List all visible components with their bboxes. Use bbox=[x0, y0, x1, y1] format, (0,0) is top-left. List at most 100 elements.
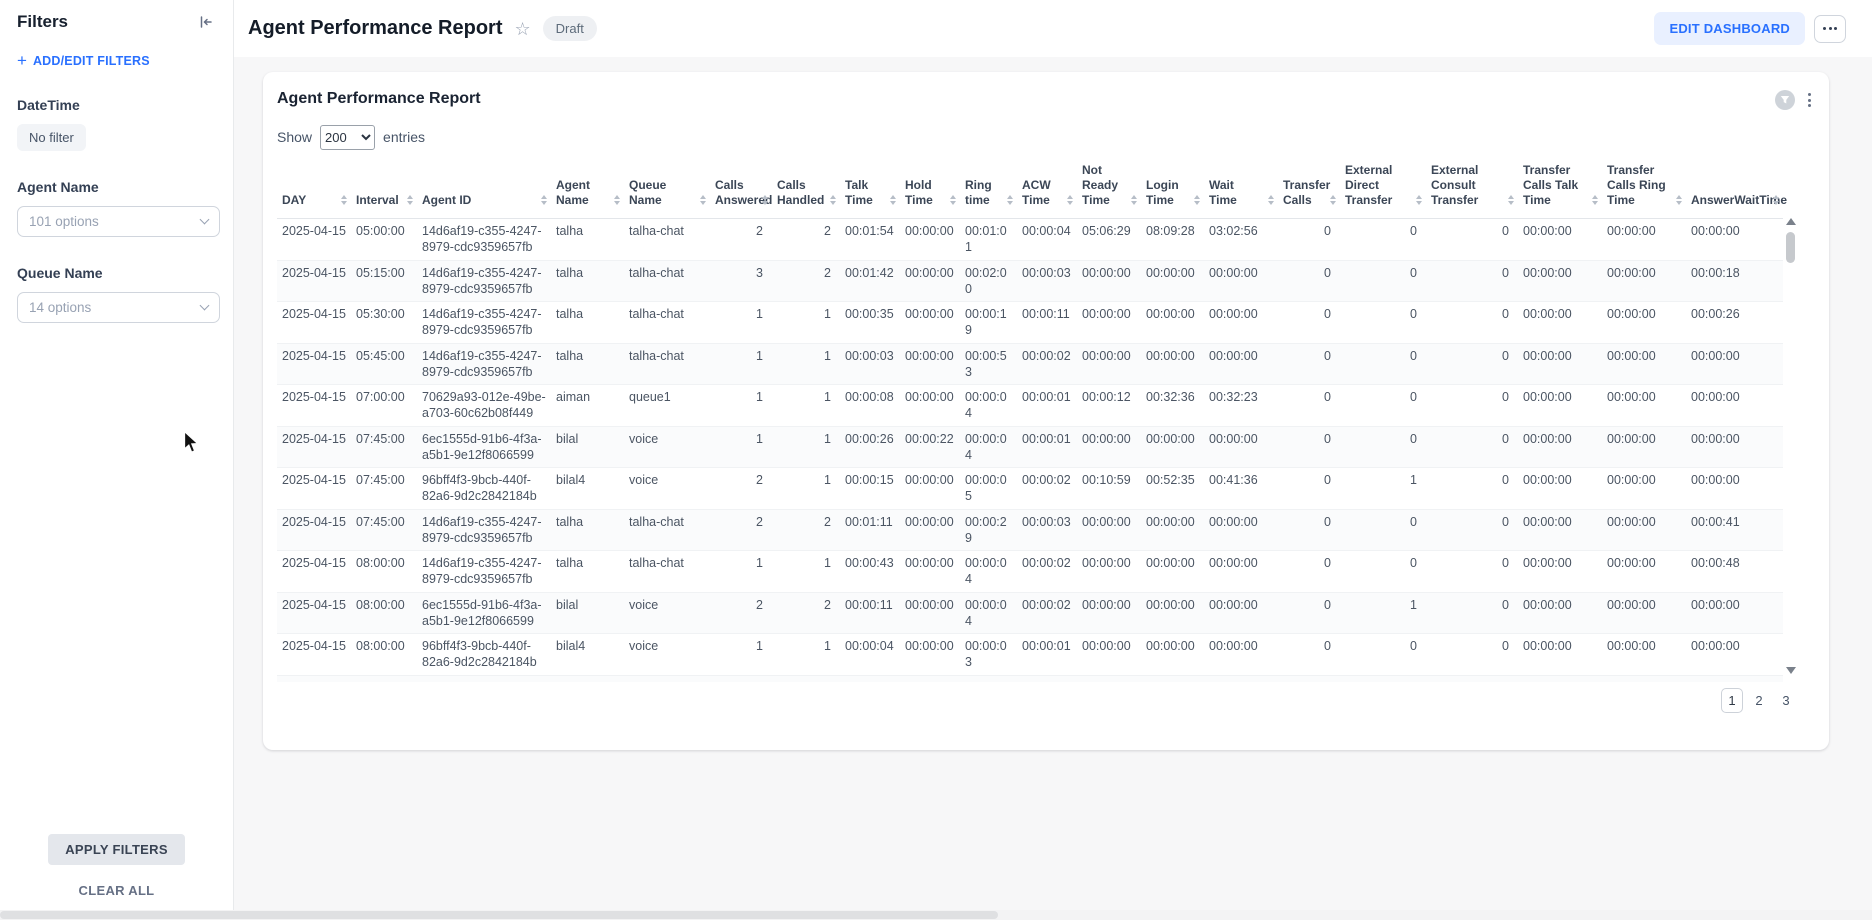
sort-icon[interactable] bbox=[1131, 195, 1137, 205]
table-row[interactable]: 2025-04-1505:45:0014d6af19-c355-4247-897… bbox=[277, 343, 1783, 385]
sort-icon[interactable] bbox=[614, 195, 620, 205]
column-header-not-ready-time[interactable]: Not Ready Time bbox=[1077, 159, 1141, 219]
table-row[interactable]: 2025-04-1507:45:0014d6af19-c355-4247-897… bbox=[277, 509, 1783, 551]
column-header-queue-name[interactable]: Queue Name bbox=[624, 159, 710, 219]
table-vertical-scrollbar[interactable] bbox=[1784, 218, 1797, 674]
cell: 05:30:00 bbox=[351, 302, 417, 344]
more-options-button[interactable] bbox=[1814, 15, 1846, 43]
clear-all-button[interactable]: CLEAR ALL bbox=[0, 883, 233, 898]
column-header-acw-time[interactable]: ACW Time bbox=[1017, 159, 1077, 219]
sort-icon[interactable] bbox=[1007, 195, 1013, 205]
cell: 0 bbox=[1340, 302, 1426, 344]
star-icon[interactable]: ☆ bbox=[515, 20, 531, 38]
column-header-agent-id[interactable]: Agent ID bbox=[417, 159, 551, 219]
column-header-transfer-calls[interactable]: Transfer Calls bbox=[1278, 159, 1340, 219]
cell: talha bbox=[551, 551, 624, 593]
page-button-3[interactable]: 3 bbox=[1775, 688, 1797, 713]
column-header-wait-time[interactable]: Wait Time bbox=[1204, 159, 1278, 219]
sort-icon[interactable] bbox=[762, 195, 768, 205]
filter-icon[interactable] bbox=[1775, 90, 1795, 110]
sort-icon[interactable] bbox=[541, 195, 547, 205]
column-header-hold-time[interactable]: Hold Time bbox=[900, 159, 960, 219]
table-row[interactable]: 2025-04-1508:00:0096bff4f3-9bcb-440f-82a… bbox=[277, 634, 1783, 676]
cell: bilal4 bbox=[551, 468, 624, 510]
datetime-filter-chip[interactable]: No filter bbox=[17, 124, 86, 151]
apply-filters-button[interactable]: APPLY FILTERS bbox=[48, 834, 185, 865]
table-row[interactable]: 2025-04-1505:00:0014d6af19-c355-4247-897… bbox=[277, 219, 1783, 261]
scroll-down-icon[interactable] bbox=[1786, 667, 1796, 674]
table-row[interactable]: 2025-04-1507:45:006ec1555d-91b6-4f3a-a5b… bbox=[277, 426, 1783, 468]
sort-icon[interactable] bbox=[407, 195, 413, 205]
column-header-external-direct-transfer[interactable]: External Direct Transfer bbox=[1340, 159, 1426, 219]
column-header-transfer-calls-talk-time[interactable]: Transfer Calls Talk Time bbox=[1518, 159, 1602, 219]
column-header-ring-time[interactable]: Ring time bbox=[960, 159, 1017, 219]
column-header-answerwaittime[interactable]: AnswerWaitTime bbox=[1686, 159, 1783, 219]
sort-icon[interactable] bbox=[1508, 195, 1514, 205]
column-header-agent-name[interactable]: Agent Name bbox=[551, 159, 624, 219]
cell: 2 bbox=[710, 592, 772, 634]
sort-icon[interactable] bbox=[1194, 195, 1200, 205]
sort-icon[interactable] bbox=[890, 195, 896, 205]
add-edit-filters-button[interactable]: + ADD/EDIT FILTERS bbox=[17, 52, 216, 69]
scroll-up-icon[interactable] bbox=[1786, 218, 1796, 225]
sort-icon[interactable] bbox=[700, 195, 706, 205]
sort-icon[interactable] bbox=[1773, 195, 1779, 205]
cell: 00:02:00 bbox=[960, 260, 1017, 302]
cell: 1 bbox=[772, 385, 840, 427]
page-button-1[interactable]: 1 bbox=[1721, 688, 1743, 713]
sort-icon[interactable] bbox=[1067, 195, 1073, 205]
cell: 00:00:00 bbox=[1602, 468, 1686, 510]
agent-name-select[interactable]: 101 options bbox=[17, 206, 220, 237]
cell: 00:00:00 bbox=[1518, 260, 1602, 302]
cell: 0 bbox=[1340, 219, 1426, 261]
cell: 00:00:00 bbox=[1204, 302, 1278, 344]
table-row[interactable]: 2025-04-1508:00:0014d6af19-c355-4247-897… bbox=[277, 551, 1783, 593]
cell: 00:00:12 bbox=[1077, 385, 1141, 427]
cell: talha-chat bbox=[624, 219, 710, 261]
sort-icon[interactable] bbox=[1416, 195, 1422, 205]
column-header-login-time[interactable]: Login Time bbox=[1141, 159, 1204, 219]
table-row[interactable]: 2025-04-1505:15:0014d6af19-c355-4247-897… bbox=[277, 260, 1783, 302]
kebab-menu-icon[interactable] bbox=[1806, 91, 1813, 109]
cell: 0 bbox=[1340, 634, 1426, 676]
cell: 00:00:00 bbox=[1077, 302, 1141, 344]
cell: 1 bbox=[1340, 468, 1426, 510]
cell: 0 bbox=[1278, 551, 1340, 593]
table-row[interactable]: 2025-04-1508:00:006ec1555d-91b6-4f3a-a5b… bbox=[277, 592, 1783, 634]
column-header-transfer-calls-ring-time[interactable]: Transfer Calls Ring Time bbox=[1602, 159, 1686, 219]
sort-icon[interactable] bbox=[1592, 195, 1598, 205]
collapse-sidebar-icon[interactable] bbox=[196, 12, 216, 32]
table-row[interactable]: 2025-04-1507:45:0096bff4f3-9bcb-440f-82a… bbox=[277, 468, 1783, 510]
column-header-day[interactable]: DAY bbox=[277, 159, 351, 219]
cell: 05:06:29 bbox=[1077, 219, 1141, 261]
table-row[interactable]: 2025-04-1505:30:0014d6af19-c355-4247-897… bbox=[277, 302, 1783, 344]
column-header-calls-answered[interactable]: Calls Answered bbox=[710, 159, 772, 219]
sort-icon[interactable] bbox=[1268, 195, 1274, 205]
scrollbar-thumb[interactable] bbox=[1786, 232, 1795, 263]
queue-name-select[interactable]: 14 options bbox=[17, 292, 220, 323]
column-header-interval[interactable]: Interval bbox=[351, 159, 417, 219]
hscroll-thumb[interactable] bbox=[0, 911, 998, 919]
page-horizontal-scrollbar[interactable] bbox=[0, 910, 1872, 920]
sort-icon[interactable] bbox=[341, 195, 347, 205]
edit-dashboard-button[interactable]: EDIT DASHBOARD bbox=[1654, 12, 1805, 45]
sort-icon[interactable] bbox=[1676, 195, 1682, 205]
cell: 0 bbox=[1426, 592, 1518, 634]
cell: voice bbox=[624, 634, 710, 676]
table-row[interactable]: 2025-04-1507:00:0070629a93-012e-49be-a70… bbox=[277, 385, 1783, 427]
column-header-external-consult-transfer[interactable]: External Consult Transfer bbox=[1426, 159, 1518, 219]
sort-icon[interactable] bbox=[1330, 195, 1336, 205]
cell: talha-chat bbox=[624, 302, 710, 344]
entries-select[interactable]: 200 bbox=[320, 125, 375, 150]
column-header-calls-handled[interactable]: Calls Handled bbox=[772, 159, 840, 219]
sort-icon[interactable] bbox=[950, 195, 956, 205]
cell: 00:00:03 bbox=[1017, 260, 1077, 302]
sort-icon[interactable] bbox=[830, 195, 836, 205]
cell: talha bbox=[551, 260, 624, 302]
cell: 00:00:00 bbox=[1141, 509, 1204, 551]
column-header-talk-time[interactable]: Talk Time bbox=[840, 159, 900, 219]
page-button-2[interactable]: 2 bbox=[1748, 688, 1770, 713]
cell: 00:00:00 bbox=[1602, 634, 1686, 676]
cell: talha-chat bbox=[624, 551, 710, 593]
table-row[interactable]: 2025-04-1508:15:0096bff4f3-9bcb-440f-82a… bbox=[277, 675, 1783, 682]
